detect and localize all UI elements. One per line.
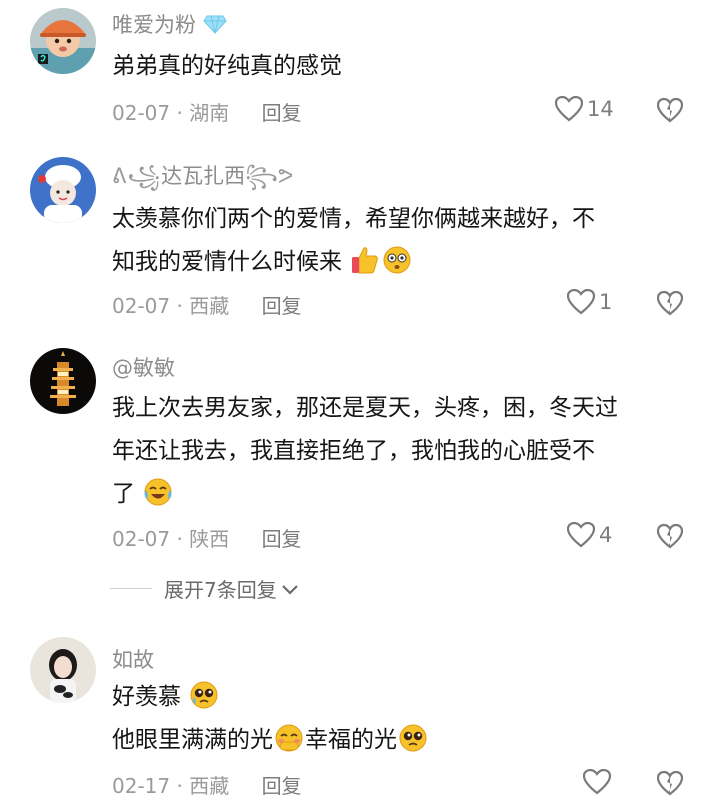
comment-location: 西藏 (189, 294, 230, 318)
comment-meta: 02-07 · 湖南 回复 (112, 101, 302, 125)
comment-location: 陕西 (189, 527, 230, 551)
like-count: 1 (599, 290, 613, 314)
divider (110, 588, 152, 589)
comment-date: 02-07 (112, 101, 171, 125)
avatar[interactable] (30, 348, 96, 414)
comment-meta: 02-07 · 陕西 回复 (112, 527, 302, 551)
comment-line: 了 (112, 481, 135, 507)
username[interactable]: @敏敏 (112, 352, 175, 382)
avatar[interactable] (30, 8, 96, 74)
heart-icon (567, 522, 595, 548)
reply-button[interactable]: 回复 (262, 774, 302, 798)
username[interactable]: 达瓦扎西 (161, 164, 245, 188)
comment-text: 太羡慕你们两个的爱情，希望你俩越来越好，不 知我的爱情什么时候来 (112, 198, 687, 284)
comment-meta: 02-17 · 西藏 回复 (112, 774, 302, 798)
expand-replies-button[interactable]: 展开7条回复 (110, 574, 299, 603)
diamond-icon (203, 15, 227, 34)
like-count: 4 (599, 523, 613, 547)
comment-line: 弟弟真的好纯真的感觉 (112, 53, 342, 79)
broken-heart-icon[interactable] (657, 290, 683, 316)
heart-icon (567, 289, 595, 315)
flushed-face-emoji-icon (383, 246, 411, 274)
username[interactable]: 如故 (112, 644, 154, 674)
like-button[interactable]: 4 (567, 522, 612, 548)
heart-icon (583, 769, 611, 795)
like-button[interactable] (583, 769, 615, 795)
comment-location: 西藏 (189, 774, 230, 798)
reply-button[interactable]: 回复 (262, 527, 302, 551)
comment-line: 他眼里满满的光 (112, 727, 273, 753)
pleading-face-emoji-icon (399, 724, 427, 752)
chef-doll-avatar-icon (30, 157, 96, 223)
pagoda-night-avatar-icon (30, 348, 96, 414)
broken-heart-icon[interactable] (657, 770, 683, 796)
expand-replies-label: 展开7条回复 (164, 578, 277, 602)
toddler-avatar-icon (30, 8, 96, 74)
chevron-down-icon (281, 584, 298, 595)
comment-date: 02-07 (112, 527, 171, 551)
like-button[interactable]: 14 (555, 96, 614, 122)
comment-line: 我上次去男友家，那还是夏天，头疼，困，冬天过 (112, 395, 618, 421)
comment-text: 弟弟真的好纯真的感觉 (112, 45, 687, 88)
crying-laughing-emoji-icon (144, 478, 172, 506)
username[interactable]: 唯爱为粉 (112, 13, 196, 37)
comment-meta: 02-07 · 西藏 回复 (112, 294, 302, 318)
girl-photo-avatar-icon (30, 637, 96, 703)
comment-line: 好羡慕 (112, 684, 181, 710)
comment-line: 幸福的光 (305, 727, 397, 753)
blushing-face-emoji-icon (275, 724, 303, 752)
comment-line: 知我的爱情什么时候来 (112, 249, 342, 275)
comment-text: 我上次去男友家，那还是夏天，头疼，困，冬天过 年还让我去，我直接拒绝了，我怕我的… (112, 387, 687, 516)
comment-line: 年还让我去，我直接拒绝了，我怕我的心脏受不 (112, 438, 595, 464)
heart-icon (555, 96, 583, 122)
thumbs-up-emoji-icon (352, 247, 379, 274)
reply-button[interactable]: 回复 (262, 294, 302, 318)
comment-line: 太羡慕你们两个的爱情，希望你俩越来越好，不 (112, 206, 595, 232)
comment-date: 02-17 (112, 774, 171, 798)
reply-button[interactable]: 回复 (262, 101, 302, 125)
broken-heart-icon[interactable] (657, 97, 683, 123)
avatar[interactable] (30, 157, 96, 223)
pleading-face-emoji-icon (190, 681, 218, 709)
like-button[interactable]: 1 (567, 289, 612, 315)
comment-date: 02-07 (112, 294, 171, 318)
comment-location: 湖南 (189, 101, 230, 125)
avatar[interactable] (30, 637, 96, 703)
comment-text: 好羡慕 他眼里满满的光 幸福的光 (112, 676, 687, 762)
like-count: 14 (587, 97, 614, 121)
broken-heart-icon[interactable] (657, 523, 683, 549)
